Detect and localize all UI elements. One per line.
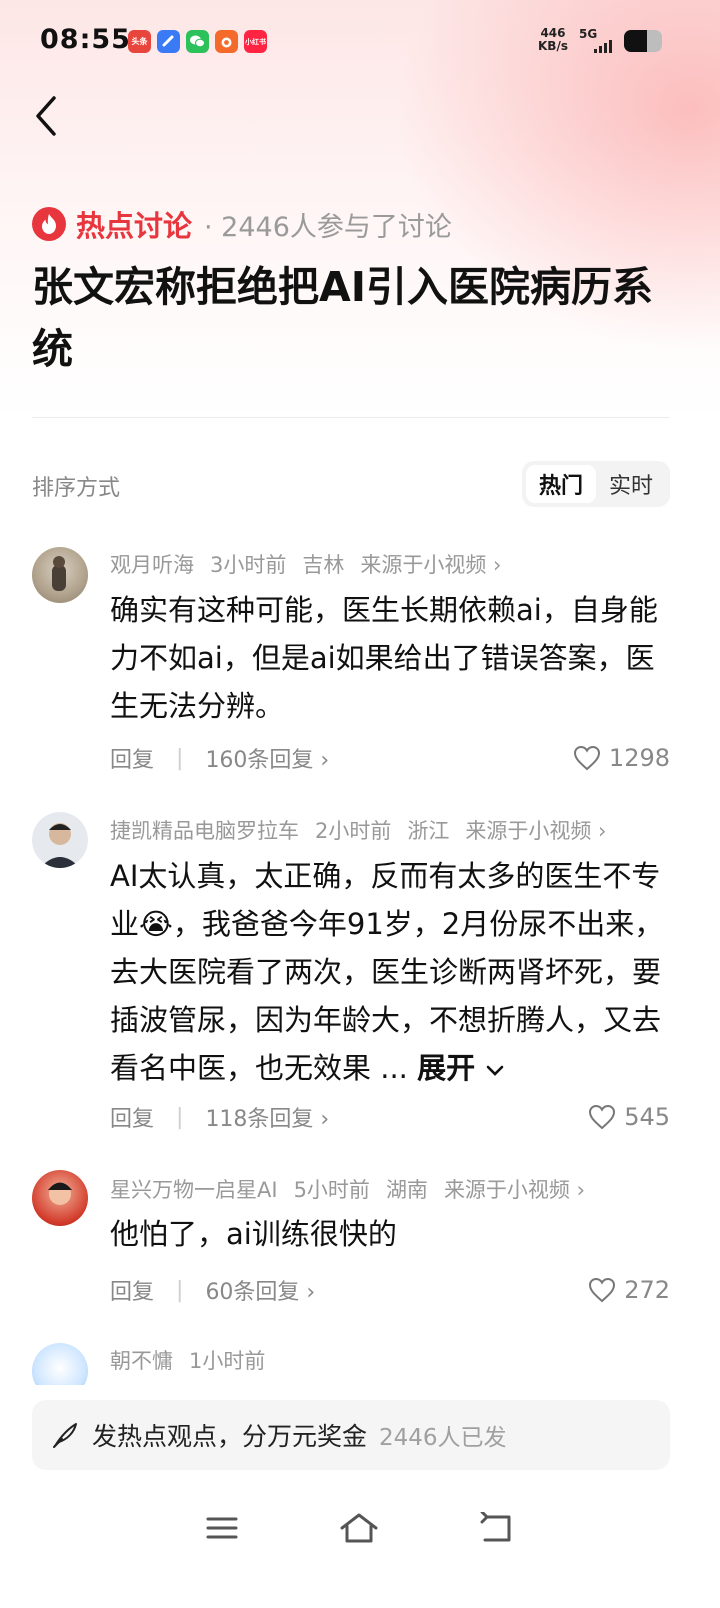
comment-location: 吉林 [302, 553, 345, 577]
ellipsis: ... [380, 1051, 408, 1085]
comment-time: 5小时前 [293, 1178, 370, 1202]
page-title: 张文宏称拒绝把AI引入医院病历系统 [32, 263, 653, 373]
comment-location: 湖南 [385, 1178, 428, 1202]
heart-icon [589, 1277, 616, 1303]
avatar[interactable] [32, 547, 88, 603]
comment-source[interactable]: 来源于小视频 › [444, 1174, 585, 1204]
back-arrow-icon [36, 96, 56, 136]
comment-username[interactable]: 星兴万物一启星AI [110, 1174, 278, 1204]
comment-username[interactable]: 朝不慵 [110, 1345, 173, 1375]
comment-meta: 星兴万物一启星AI 5小时前 湖南 来源于小视频 › [110, 1174, 585, 1204]
back-button[interactable] [30, 94, 70, 138]
orange-app-icon [215, 30, 238, 53]
reply-count-link[interactable]: 160条回复 › [205, 742, 329, 774]
like-count: 545 [624, 1103, 670, 1131]
expand-label: 展开 [417, 1051, 476, 1085]
comment-meta: 朝不慵 1小时前 [110, 1345, 265, 1375]
home-icon[interactable] [339, 1512, 379, 1544]
composer-count: 2446人已发 [379, 1425, 507, 1451]
comment-actions: 回复 | 118条回复 › 545 [110, 1101, 670, 1133]
divider [32, 417, 670, 418]
reply-button[interactable]: 回复 [110, 1274, 154, 1306]
wechat-icon [186, 30, 209, 53]
reply-button[interactable]: 回复 [110, 742, 154, 774]
topic-row: 热点讨论 · 2446人参与了讨论 [32, 203, 452, 245]
xiaohongshu-icon: 小红书 [244, 30, 267, 53]
feather-pen-icon [53, 1423, 77, 1448]
fire-icon [32, 207, 66, 241]
net-speed-unit: KB/s [538, 39, 568, 53]
toutiao-app-icon: 头条 [128, 30, 151, 53]
like-count: 1298 [608, 744, 670, 772]
comment-username[interactable]: 捷凯精品电脑罗拉车 [110, 815, 299, 845]
avatar[interactable] [32, 812, 88, 868]
comment-source[interactable]: 来源于小视频 › [360, 549, 501, 579]
network-type: 5G [579, 27, 598, 41]
comment-meta: 观月听海 3小时前 吉林 来源于小视频 › [110, 549, 501, 579]
comment-actions: 回复 | 60条回复 › 272 [110, 1274, 670, 1306]
comment-username[interactable]: 观月听海 [110, 549, 194, 579]
like-button[interactable]: 1298 [573, 744, 670, 772]
system-nav-bar [0, 1498, 720, 1558]
heart-icon [573, 745, 600, 771]
status-app-icons: 头条 小红书 [128, 30, 267, 53]
comment-text: AI太认真，太正确，反而有太多的医生不专业😭，我爸爸今年91岁，2月份尿不出来，… [110, 852, 672, 1092]
separator: | [176, 745, 184, 771]
menu-icon[interactable] [205, 1513, 239, 1543]
like-button[interactable]: 272 [588, 1276, 670, 1304]
comment-location: 浙江 [407, 819, 450, 843]
comment-text: 他怕了，ai训练很快的 [110, 1217, 397, 1251]
avatar[interactable] [32, 1343, 88, 1385]
separator: | [176, 1104, 184, 1130]
reply-count-link[interactable]: 118条回复 › [205, 1101, 329, 1133]
topic-label: 热点讨论 [76, 209, 193, 243]
reply-count-link[interactable]: 60条回复 › [205, 1274, 315, 1306]
hot-opinion-composer[interactable]: 发热点观点，分万元奖金 2446人已发 [32, 1400, 670, 1470]
like-button[interactable]: 545 [588, 1103, 670, 1131]
status-time: 08:55 [40, 24, 131, 55]
chevron-down-icon [486, 1065, 504, 1076]
composer-prompt: 发热点观点，分万元奖金 [92, 1422, 368, 1451]
comment-text: 确实有这种可能，医生长期依赖ai，自身能力不如ai，但是ai如果给出了错误答案，… [110, 593, 658, 723]
back-nav-icon[interactable] [479, 1512, 515, 1544]
battery-icon [624, 30, 662, 52]
blue-app-icon [157, 30, 180, 53]
avatar[interactable] [32, 1170, 88, 1226]
comment-time: 2小时前 [315, 819, 392, 843]
sort-label: 排序方式 [32, 476, 121, 501]
like-count: 272 [624, 1276, 670, 1304]
separator: | [176, 1277, 184, 1303]
sort-realtime-tab[interactable]: 实时 [596, 465, 666, 503]
expand-button[interactable]: 展开 [417, 1051, 505, 1085]
heart-icon [589, 1104, 616, 1130]
reply-button[interactable]: 回复 [110, 1101, 154, 1133]
sort-toggle: 热门 实时 [522, 461, 670, 507]
participant-count: · 2446人参与了讨论 [204, 211, 452, 243]
comment-meta: 捷凯精品电脑罗拉车 2小时前 浙江 来源于小视频 › [110, 815, 606, 845]
signal-icon [594, 40, 612, 53]
comment-source[interactable]: 来源于小视频 › [465, 815, 606, 845]
comment-time: 3小时前 [210, 553, 287, 577]
net-speed: 446 KB/s [538, 27, 568, 53]
comment-actions: 回复 | 160条回复 › 1298 [110, 742, 670, 774]
comment-time: 1小时前 [189, 1349, 266, 1373]
sort-hot-tab[interactable]: 热门 [526, 465, 596, 503]
